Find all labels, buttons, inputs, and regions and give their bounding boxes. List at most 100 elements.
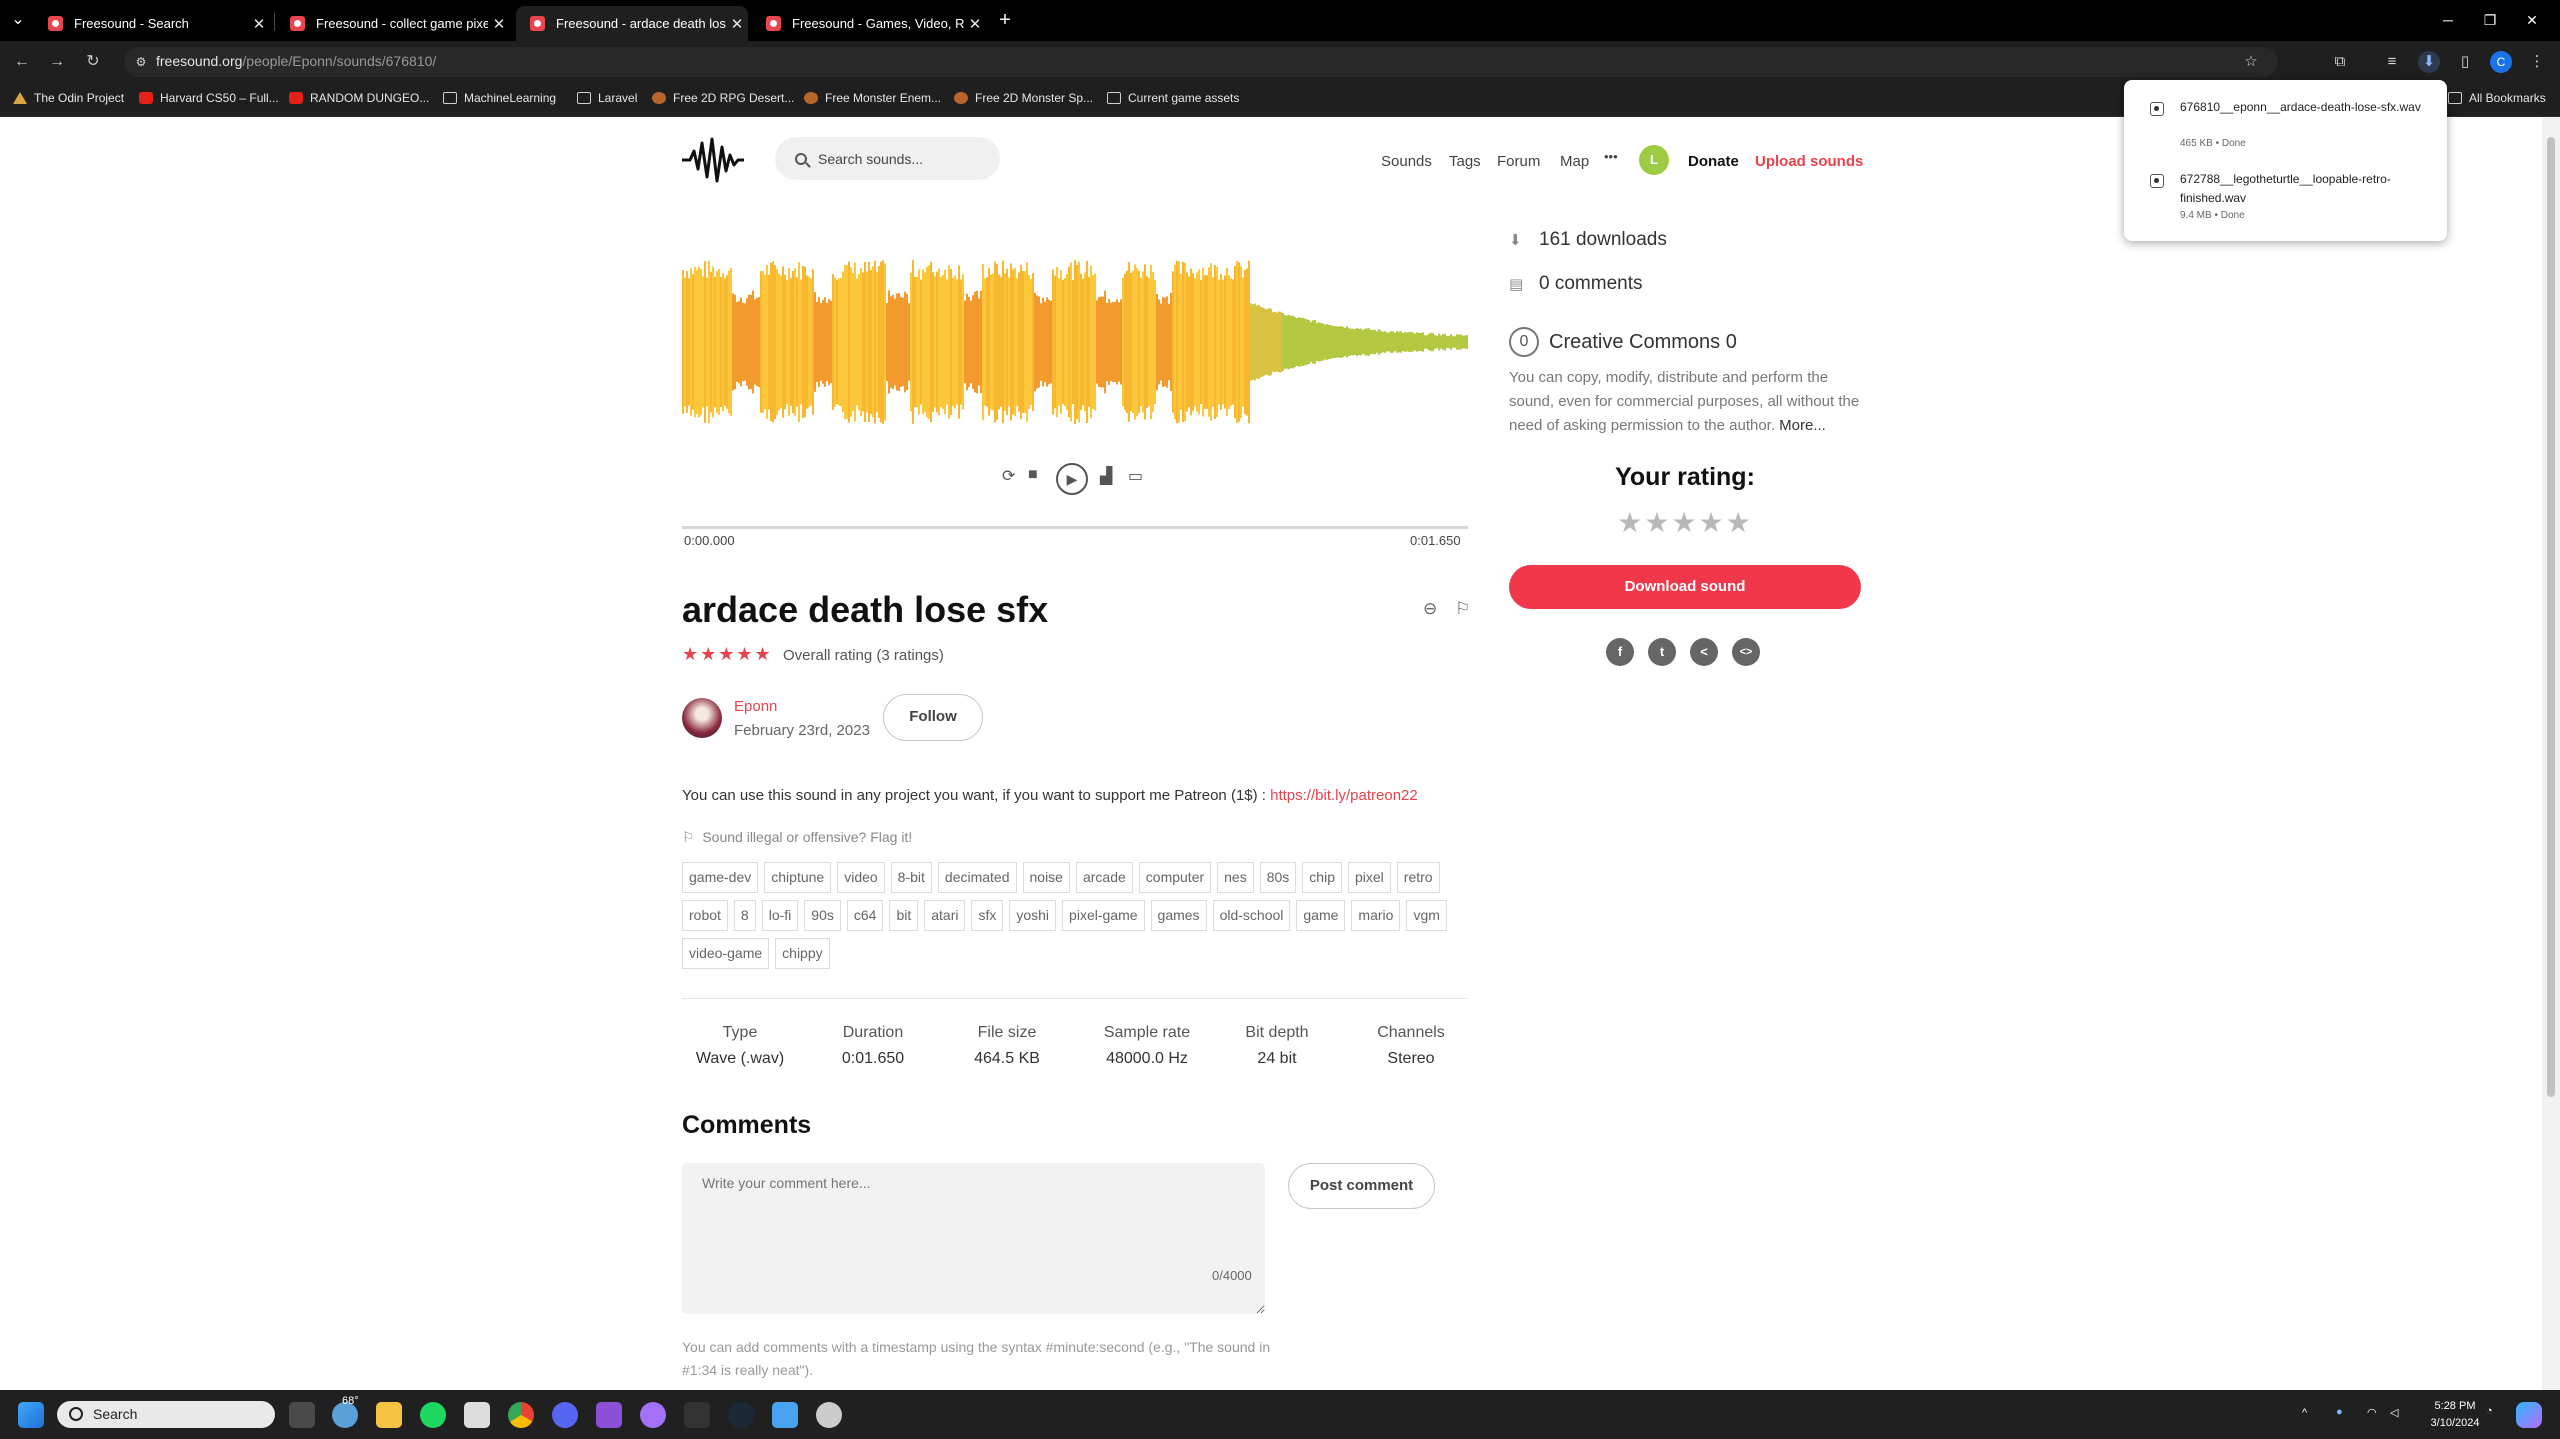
tag-chip[interactable]: robot — [682, 900, 728, 931]
tag-chip[interactable]: 8-bit — [890, 862, 932, 893]
tag-chip[interactable]: mario — [1351, 900, 1401, 931]
bookmark-item[interactable]: Free 2D Monster Sp... — [954, 91, 1093, 105]
all-bookmarks[interactable]: All Bookmarks — [2448, 91, 2546, 105]
tag-chip[interactable]: lo-fi — [761, 900, 799, 931]
tag-chip[interactable]: games — [1150, 900, 1207, 931]
tab-close-icon[interactable]: ✕ — [726, 15, 748, 33]
user-avatar[interactable]: L — [1639, 145, 1669, 175]
share-icon[interactable]: < — [1690, 638, 1718, 666]
spectrogram-icon[interactable]: ▟ — [1100, 466, 1112, 486]
extensions-icon[interactable]: ⧉ — [2329, 51, 2351, 73]
bookmark-item[interactable]: MachineLearning — [443, 91, 556, 105]
flag-sound-link[interactable]: ⚐ Sound illegal or offensive? Flag it! — [682, 829, 912, 846]
tag-chip[interactable]: vgm — [1406, 900, 1447, 931]
comment-textarea[interactable] — [682, 1163, 1265, 1314]
tag-chip[interactable]: chiptune — [764, 862, 832, 893]
page-scrollbar[interactable] — [2542, 117, 2560, 1390]
chrome-icon[interactable] — [508, 1402, 534, 1428]
tag-chip[interactable]: bit — [889, 900, 919, 931]
windows-start-icon[interactable] — [18, 1402, 44, 1428]
bookmark-item[interactable]: Free 2D RPG Desert... — [652, 91, 794, 105]
download-sound-button[interactable]: Download sound — [1509, 565, 1861, 609]
playback-progress[interactable] — [682, 526, 1468, 529]
profile-avatar[interactable]: C — [2490, 51, 2512, 73]
steam-icon[interactable] — [728, 1402, 754, 1428]
tray-chevron-icon[interactable]: ^ — [2302, 1407, 2307, 1419]
copilot-icon[interactable] — [2516, 1402, 2542, 1428]
media-controls-icon[interactable]: ≡ — [2381, 51, 2403, 73]
tag-chip[interactable]: game — [1296, 900, 1346, 931]
tag-chip[interactable]: 8 — [733, 900, 756, 931]
tag-chip[interactable]: yoshi — [1009, 900, 1057, 931]
tag-chip[interactable]: video-game — [682, 938, 770, 969]
nav-upload-sounds[interactable]: Upload sounds — [1755, 153, 1863, 170]
search-input[interactable]: Search sounds... — [775, 137, 1000, 180]
nav-donate[interactable]: Donate — [1688, 153, 1739, 170]
tag-chip[interactable]: sfx — [971, 900, 1004, 931]
tag-chip[interactable]: computer — [1138, 862, 1212, 893]
volume-icon[interactable]: ◁ — [2390, 1406, 2398, 1419]
nav-forum[interactable]: Forum — [1497, 153, 1540, 170]
tag-chip[interactable]: nes — [1217, 862, 1254, 893]
freesound-logo[interactable] — [682, 137, 744, 183]
embed-code-icon[interactable]: <> — [1732, 638, 1760, 666]
tab-search-chevron-icon[interactable]: ⌄ — [8, 10, 28, 30]
task-view-icon[interactable] — [289, 1402, 315, 1428]
patreon-link[interactable]: https://bit.ly/patreon22 — [1270, 787, 1418, 804]
microphone-icon[interactable]: ● — [2336, 1406, 2343, 1418]
github-icon[interactable] — [640, 1402, 666, 1428]
stop-icon[interactable]: ■ — [1028, 466, 1038, 484]
wifi-icon[interactable]: ◠ — [2367, 1406, 2377, 1419]
tab-close-icon[interactable]: ✕ — [488, 15, 510, 33]
tag-chip[interactable]: old-school — [1212, 900, 1291, 931]
bookmark-item[interactable]: Current game assets — [1107, 91, 1239, 105]
new-tab-button[interactable]: + — [985, 0, 1025, 40]
reload-icon[interactable]: ↻ — [83, 52, 103, 72]
twitter-share-icon[interactable]: t — [1648, 638, 1676, 666]
spotify-icon[interactable] — [420, 1402, 446, 1428]
restore-button[interactable]: ❐ — [2470, 0, 2510, 40]
tab-close-icon[interactable]: ✕ — [248, 15, 270, 33]
bookmark-item[interactable]: The Odin Project — [13, 91, 124, 105]
similar-sounds-icon[interactable]: ⊖ — [1423, 599, 1437, 619]
tag-chip[interactable]: pixel — [1347, 862, 1391, 893]
forward-icon[interactable]: → — [47, 52, 67, 72]
rating-stars-input[interactable]: ★★★★★ — [1509, 506, 1861, 539]
bookmark-star-icon[interactable]: ☆ — [2240, 51, 2262, 73]
ruler-icon[interactable]: ▭ — [1128, 466, 1143, 486]
tag-chip[interactable]: video — [837, 862, 885, 893]
taskbar-search[interactable]: Search — [57, 1401, 275, 1428]
visual-studio-icon[interactable] — [596, 1402, 622, 1428]
follow-button[interactable]: Follow — [883, 694, 983, 741]
scrollbar-thumb[interactable] — [2547, 137, 2555, 1097]
browser-tab[interactable]: Freesound - collect game pixel ✕ — [276, 6, 510, 41]
site-info-icon[interactable]: ⚙ — [130, 51, 152, 73]
tag-chip[interactable]: atari — [924, 900, 966, 931]
waveform-display[interactable] — [682, 242, 1468, 602]
address-bar[interactable]: ⚙ freesound.org/people/Eponn/sounds/6768… — [124, 47, 2278, 77]
tag-chip[interactable]: game-dev — [682, 862, 759, 893]
tag-chip[interactable]: decimated — [937, 862, 1017, 893]
browser-tab[interactable]: Freesound - Search ✕ — [34, 6, 270, 41]
tag-chip[interactable]: 80s — [1259, 862, 1297, 893]
minimize-button[interactable]: ─ — [2428, 0, 2468, 40]
nav-tags[interactable]: Tags — [1449, 153, 1481, 170]
license-more-link[interactable]: More... — [1779, 417, 1826, 434]
tag-chip[interactable]: retro — [1396, 862, 1440, 893]
downloads-icon[interactable]: ⬇ — [2418, 51, 2440, 73]
tag-chip[interactable]: 90s — [804, 900, 841, 931]
tag-chip[interactable]: c64 — [846, 900, 884, 931]
discord-icon[interactable] — [552, 1402, 578, 1428]
facebook-share-icon[interactable]: f — [1606, 638, 1634, 666]
tag-chip[interactable]: arcade — [1075, 862, 1133, 893]
file-explorer-icon[interactable] — [376, 1402, 402, 1428]
post-comment-button[interactable]: Post comment — [1288, 1163, 1435, 1209]
bookmark-item[interactable]: Laravel — [577, 91, 637, 105]
terminal-icon[interactable] — [684, 1402, 710, 1428]
tag-chip[interactable]: noise — [1022, 862, 1070, 893]
nav-map[interactable]: Map — [1560, 153, 1589, 170]
bookmark-item[interactable]: Free Monster Enem... — [804, 91, 941, 105]
chrome-menu-icon[interactable]: ⋮ — [2526, 51, 2548, 73]
side-panel-icon[interactable]: ▯ — [2454, 51, 2476, 73]
bookmark-item[interactable]: Harvard CS50 – Full... — [139, 91, 279, 105]
